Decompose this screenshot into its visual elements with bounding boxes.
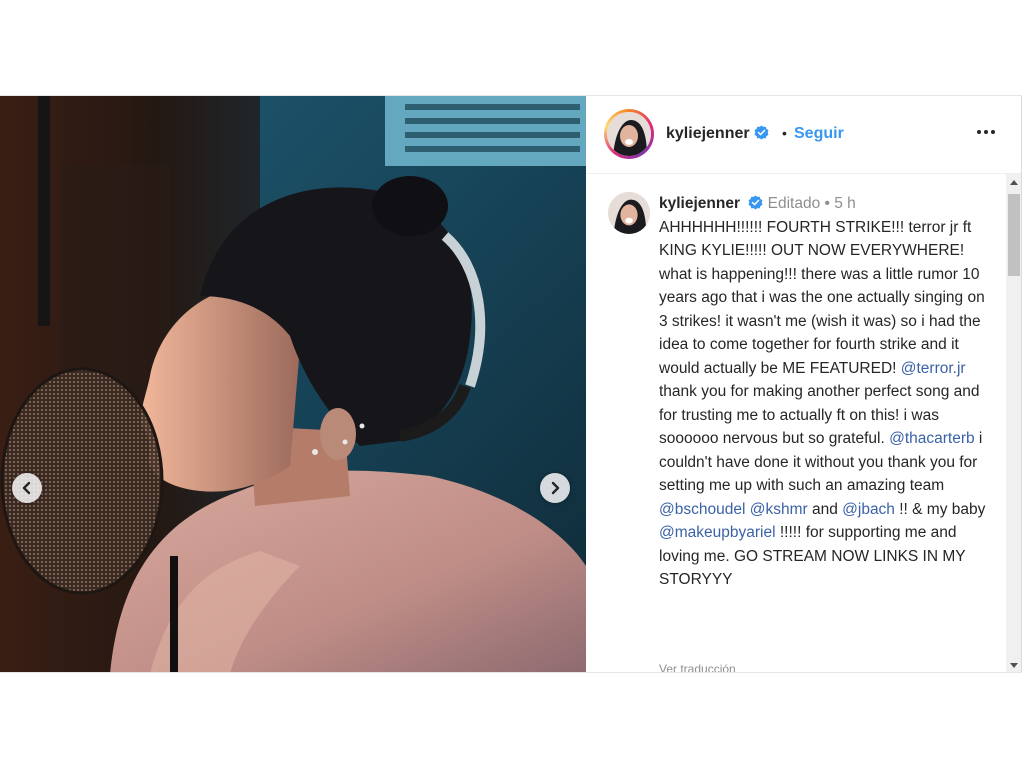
photo-illustration (0, 96, 586, 672)
chevron-left-icon (22, 481, 31, 495)
more-dot (984, 130, 988, 134)
mention-bschoudel[interactable]: @bschoudel (659, 501, 745, 518)
previous-photo-button[interactable] (12, 473, 42, 503)
header-username-text[interactable]: kyliejenner (666, 125, 750, 142)
avatar-image (607, 112, 651, 156)
mention-terror-jr[interactable]: @terror.jr (901, 360, 966, 377)
avatar[interactable] (604, 109, 654, 159)
caption-username[interactable]: kyliejenner (659, 195, 740, 212)
caption-and: and (807, 500, 843, 518)
caption-meta: Editado • 5 h (767, 195, 856, 212)
verified-badge-icon (754, 125, 769, 140)
comments-area[interactable]: kyliejenner Editado • 5 h AHHHHHH!!!!!! F… (586, 174, 1006, 672)
more-dot (991, 130, 995, 134)
chevron-right-icon (551, 481, 560, 495)
instagram-post: kyliejenner • Seguir kyliejenner Editado… (0, 95, 1022, 673)
scrollbar[interactable] (1006, 174, 1021, 672)
scrollbar-thumb[interactable] (1008, 194, 1020, 276)
scroll-down-arrow-icon[interactable] (1006, 658, 1021, 672)
see-translation-link[interactable]: Ver traducción (659, 662, 736, 672)
mention-jbach[interactable]: @jbach (842, 501, 895, 518)
caption-body-4: !! & my baby (894, 500, 986, 518)
follow-button[interactable]: Seguir (794, 125, 844, 143)
verified-badge-icon (748, 195, 763, 210)
post-header: kyliejenner • Seguir (586, 96, 1021, 174)
post-sidebar: kyliejenner • Seguir kyliejenner Editado… (586, 96, 1021, 672)
post-photo[interactable] (0, 96, 586, 672)
scroll-up-arrow-icon[interactable] (1006, 174, 1021, 190)
mention-thacarterb[interactable]: @thacarterb (889, 430, 975, 447)
caption-text: kyliejenner Editado • 5 h AHHHHHH!!!!!! F… (659, 192, 994, 592)
header-separator: • (782, 125, 787, 141)
header-username[interactable]: kyliejenner (666, 125, 769, 143)
caption-avatar[interactable] (608, 192, 650, 234)
more-dot (977, 130, 981, 134)
next-photo-button[interactable] (540, 473, 570, 503)
mention-kshmr[interactable]: @kshmr (750, 501, 808, 518)
mention-makeupbyariel[interactable]: @makeupbyariel (659, 524, 776, 541)
more-options-icon[interactable] (972, 122, 1000, 142)
caption-body-1: AHHHHHH!!!!!! FOURTH STRIKE!!! terror jr… (659, 218, 985, 377)
